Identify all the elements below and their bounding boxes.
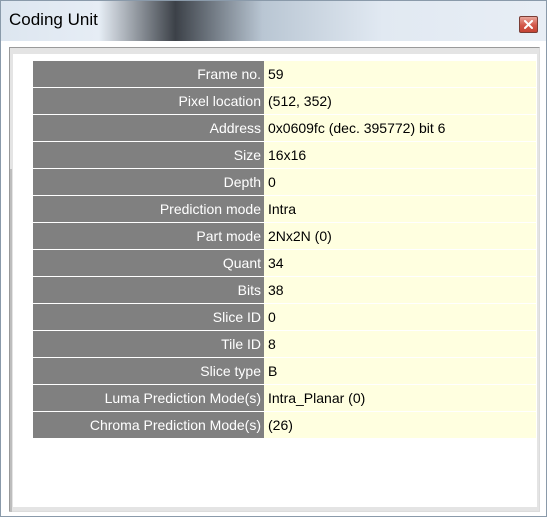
property-value: 59 (264, 61, 536, 87)
property-value: 2Nx2N (0) (264, 223, 536, 249)
close-icon (524, 20, 533, 29)
property-row-tile-id: Tile ID 8 (33, 331, 536, 358)
properties-table: Frame no. 59 Pixel location (512, 352) A… (33, 61, 536, 439)
property-row-bits: Bits 38 (33, 277, 536, 304)
property-value: 0 (264, 304, 536, 330)
property-label: Prediction mode (33, 196, 264, 222)
close-button[interactable] (519, 16, 538, 33)
property-label: Quant (33, 250, 264, 276)
property-label: Pixel location (33, 88, 264, 114)
property-row-address: Address 0x0609fc (dec. 395772) bit 6 (33, 115, 536, 142)
property-value: (512, 352) (264, 88, 536, 114)
property-row-depth: Depth 0 (33, 169, 536, 196)
window-title: Coding Unit (9, 10, 98, 29)
property-label: Address (33, 115, 264, 141)
property-label: Slice type (33, 358, 264, 384)
property-value: 16x16 (264, 142, 536, 168)
property-row-part-mode: Part mode 2Nx2N (0) (33, 223, 536, 250)
property-value: 8 (264, 331, 536, 357)
properties-panel: Frame no. 59 Pixel location (512, 352) A… (13, 54, 537, 507)
property-value: Intra (264, 196, 536, 222)
property-value: 0x0609fc (dec. 395772) bit 6 (264, 115, 536, 141)
property-row-size: Size 16x16 (33, 142, 536, 169)
property-value: (26) (264, 412, 536, 438)
property-label: Part mode (33, 223, 264, 249)
title-bar[interactable]: Coding Unit (1, 1, 546, 41)
property-row-chroma-prediction-mode: Chroma Prediction Mode(s) (26) (33, 412, 536, 439)
property-row-pixel-location: Pixel location (512, 352) (33, 88, 536, 115)
property-value: Intra_Planar (0) (264, 385, 536, 411)
property-label: Depth (33, 169, 264, 195)
property-value: B (264, 358, 536, 384)
coding-unit-window: Coding Unit Frame no. 59 Pixel location … (0, 0, 547, 517)
property-row-frame-no: Frame no. 59 (33, 61, 536, 88)
property-value: 0 (264, 169, 536, 195)
property-label: Luma Prediction Mode(s) (33, 385, 264, 411)
property-row-luma-prediction-mode: Luma Prediction Mode(s) Intra_Planar (0) (33, 385, 536, 412)
property-label: Chroma Prediction Mode(s) (33, 412, 264, 438)
property-label: Bits (33, 277, 264, 303)
property-row-slice-id: Slice ID 0 (33, 304, 536, 331)
property-row-quant: Quant 34 (33, 250, 536, 277)
property-label: Frame no. (33, 61, 264, 87)
scroll-edge (10, 169, 12, 512)
property-label: Tile ID (33, 331, 264, 357)
property-row-slice-type: Slice type B (33, 358, 536, 385)
property-row-prediction-mode: Prediction mode Intra (33, 196, 536, 223)
property-label: Size (33, 142, 264, 168)
property-value: 38 (264, 277, 536, 303)
property-label: Slice ID (33, 304, 264, 330)
property-value: 34 (264, 250, 536, 276)
